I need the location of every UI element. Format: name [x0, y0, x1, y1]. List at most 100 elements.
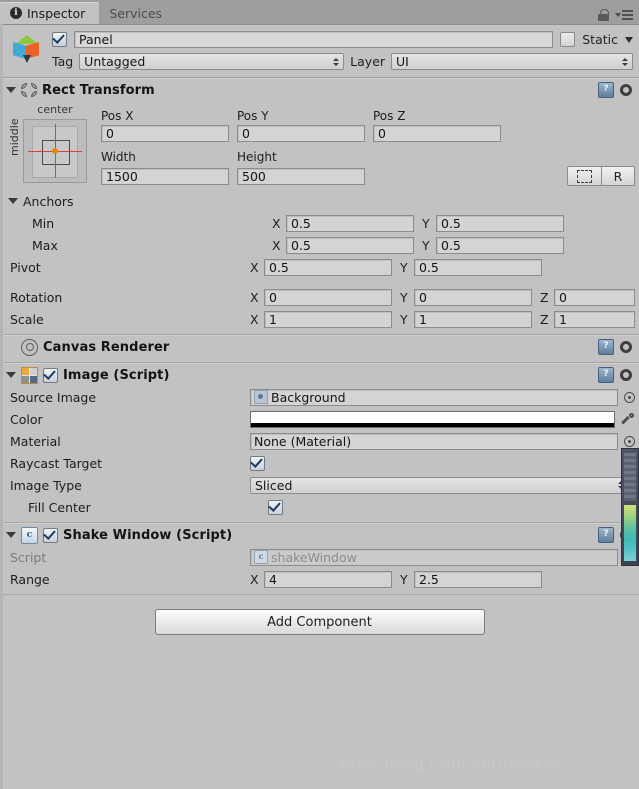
- gear-icon[interactable]: [619, 368, 633, 382]
- material-label: Material: [10, 433, 61, 449]
- image-header[interactable]: Image (Script) ?: [0, 364, 639, 386]
- anchor-preset-vertical-label: middle: [8, 118, 21, 156]
- axis-y-label: Y: [422, 215, 430, 231]
- anchors-label: Anchors: [23, 193, 74, 209]
- pos-y-input[interactable]: 0: [237, 125, 365, 142]
- help-icon[interactable]: ?: [598, 527, 614, 543]
- anchor-max-y-input[interactable]: 0.5: [436, 236, 564, 254]
- foldout-icon[interactable]: [8, 198, 18, 204]
- raycast-target-checkbox[interactable]: [250, 455, 265, 471]
- source-image-field[interactable]: Background: [250, 388, 618, 406]
- rotation-x-input[interactable]: 0: [264, 288, 392, 306]
- image-type-row: Image Type Sliced: [0, 474, 639, 496]
- foldout-icon[interactable]: [6, 532, 16, 538]
- shake-window-enabled-checkbox[interactable]: [43, 527, 58, 543]
- tag-label: Tag: [52, 54, 74, 69]
- anchor-max-row: Max X 0.5 Y 0.5: [0, 234, 639, 256]
- object-picker-icon[interactable]: [624, 391, 635, 403]
- axis-x-label: X: [250, 289, 259, 305]
- anchor-preset-preview[interactable]: [23, 119, 87, 183]
- width-input[interactable]: 1500: [101, 167, 229, 185]
- material-field[interactable]: None (Material): [250, 432, 618, 450]
- anchor-min-y-input[interactable]: 0.5: [436, 214, 564, 232]
- anchor-min-row: Min X 0.5 Y 0.5: [0, 212, 639, 234]
- axis-y-label: Y: [400, 311, 408, 327]
- range-y-input[interactable]: 2.5: [414, 570, 542, 588]
- anchor-min-x-input[interactable]: 0.5: [286, 214, 414, 232]
- pos-y-label: Pos Y: [237, 109, 269, 123]
- color-picker-peek-panel[interactable]: [621, 448, 639, 566]
- anchor-max-x-input[interactable]: 0.5: [286, 236, 414, 254]
- eyedropper-icon[interactable]: [621, 412, 635, 426]
- color-swatch-field[interactable]: [250, 410, 615, 428]
- cs-script-icon: c: [21, 526, 38, 544]
- anchor-min-label: Min: [32, 215, 55, 231]
- rotation-y-input[interactable]: 0: [414, 288, 532, 306]
- image-enabled-checkbox[interactable]: [43, 367, 58, 383]
- color-swatches[interactable]: [624, 453, 636, 501]
- foldout-icon[interactable]: [6, 372, 16, 378]
- left-edge-strip: [0, 24, 3, 789]
- range-label: Range: [10, 571, 50, 587]
- menu-icon[interactable]: [615, 10, 633, 20]
- axis-y-label: Y: [422, 237, 430, 253]
- raw-edit-button[interactable]: R: [601, 166, 635, 186]
- width-label: Width: [101, 150, 136, 164]
- rotation-z-input[interactable]: 0: [554, 288, 635, 306]
- shake-window-header[interactable]: c Shake Window (Script) ?: [0, 524, 639, 546]
- color-label: Color: [10, 411, 43, 427]
- fill-center-checkbox[interactable]: [268, 499, 283, 515]
- layer-label: Layer: [350, 54, 386, 69]
- object-picker-icon[interactable]: [624, 435, 635, 447]
- help-icon[interactable]: ?: [598, 339, 614, 355]
- color-alpha-bar: [251, 422, 614, 427]
- scale-x-input[interactable]: 1: [264, 310, 392, 328]
- tab-services[interactable]: Services: [99, 2, 176, 24]
- layer-value: UI: [396, 54, 409, 69]
- gear-icon[interactable]: [619, 83, 633, 97]
- script-value: shakeWindow: [271, 549, 357, 565]
- gameobject-header: Panel Static Tag Untagged Layer UI: [0, 25, 639, 78]
- canvas-renderer-header[interactable]: Canvas Renderer ?: [0, 336, 639, 358]
- help-icon[interactable]: ?: [598, 82, 614, 98]
- tab-inspector[interactable]: i Inspector: [0, 2, 100, 24]
- info-icon: i: [10, 7, 22, 19]
- scale-z-input[interactable]: 1: [554, 310, 635, 328]
- tag-dropdown[interactable]: Untagged: [79, 53, 345, 70]
- help-icon[interactable]: ?: [598, 367, 614, 383]
- range-x-input[interactable]: 4: [264, 570, 392, 588]
- pivot-x-input[interactable]: 0.5: [264, 258, 392, 276]
- rect-transform-header[interactable]: Rect Transform ?: [0, 79, 639, 101]
- layer-dropdown[interactable]: UI: [391, 53, 633, 70]
- height-input[interactable]: 500: [237, 167, 365, 185]
- gear-icon[interactable]: [619, 340, 633, 354]
- anchors-foldout[interactable]: Anchors: [0, 190, 639, 212]
- image-type-dropdown[interactable]: Sliced: [250, 476, 629, 494]
- scale-y-input[interactable]: 1: [414, 310, 532, 328]
- foldout-icon[interactable]: [6, 87, 16, 93]
- pivot-label: Pivot: [10, 259, 41, 275]
- canvas-renderer-icon: [21, 338, 38, 356]
- script-field: c shakeWindow: [250, 548, 618, 566]
- pos-x-label: Pos X: [101, 109, 134, 123]
- sprite-icon: [254, 390, 268, 404]
- axis-x-label: X: [250, 311, 259, 327]
- static-checkbox[interactable]: [560, 32, 576, 47]
- static-dropdown-icon[interactable]: [625, 36, 633, 43]
- image-type-value: Sliced: [255, 477, 293, 493]
- axis-y-label: Y: [400, 571, 408, 587]
- blueprint-mode-button[interactable]: [567, 166, 601, 186]
- prefab-cube-icon: [8, 33, 46, 71]
- anchor-preset-widget[interactable]: middle center: [0, 103, 87, 186]
- pos-z-input[interactable]: 0: [373, 125, 501, 142]
- gameobject-enabled-checkbox[interactable]: [52, 32, 67, 47]
- add-component-button[interactable]: Add Component: [154, 609, 485, 635]
- pivot-y-input[interactable]: 0.5: [414, 258, 542, 276]
- color-ramp[interactable]: [624, 505, 636, 561]
- pos-x-input[interactable]: 0: [101, 125, 229, 142]
- watermark: http://blog.csdn.net/marcvsi: [340, 755, 566, 773]
- lock-icon[interactable]: [598, 9, 609, 21]
- gameobject-name-input[interactable]: Panel: [74, 31, 554, 48]
- axis-z-label: Z: [540, 311, 549, 327]
- unity-inspector-window: i Inspector Services Panel Static Tag Un…: [0, 0, 639, 789]
